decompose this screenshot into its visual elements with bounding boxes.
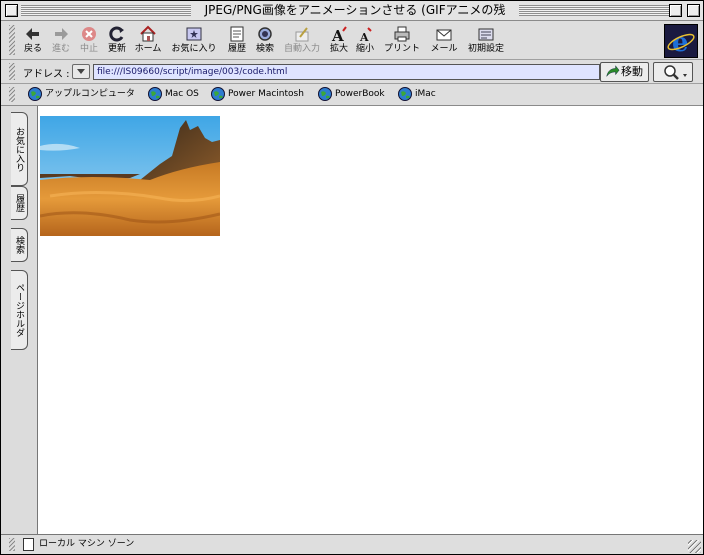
favorite-powerbook[interactable]: PowerBook — [318, 86, 392, 103]
go-arrow-icon — [606, 65, 620, 77]
go-label: 移動 — [621, 65, 643, 78]
security-zone-text: ローカル マシン ゾーン — [39, 539, 135, 549]
text-larger-button[interactable]: A 拡大 — [328, 23, 350, 57]
tab-page-holder-label: ページホルダ — [14, 283, 24, 337]
search-icon — [258, 27, 272, 41]
globe-icon — [211, 87, 225, 101]
status-bar: ローカル マシン ゾーン — [1, 534, 703, 554]
print-icon — [394, 26, 410, 42]
page-content[interactable] — [37, 106, 703, 534]
tab-search[interactable]: 検索 — [11, 228, 28, 262]
favorites-icon — [186, 27, 202, 41]
refresh-icon — [109, 26, 124, 42]
autofill-button[interactable]: 自動入力 — [280, 23, 324, 57]
status-grip — [9, 538, 15, 551]
favorite-label: PowerBook — [335, 89, 385, 99]
forward-label: 進む — [51, 44, 70, 54]
go-button[interactable]: 移動 — [600, 62, 649, 82]
tab-history[interactable]: 履歴 — [11, 186, 28, 220]
address-label: アドレス : — [23, 69, 70, 80]
zoom-box[interactable] — [669, 4, 682, 17]
tab-history-label: 履歴 — [14, 194, 24, 212]
stop-label: 中止 — [79, 44, 98, 54]
search-button[interactable]: 検索 — [252, 23, 278, 57]
title-bar[interactable]: JPEG/PNG画像をアニメーションさせる (GIFアニメの残 — [1, 1, 703, 21]
favorites-button[interactable]: お気に入り — [170, 23, 218, 57]
browser-window: JPEG/PNG画像をアニメーションさせる (GIFアニメの残 戻る 進む 中止… — [0, 0, 704, 555]
favorite-imac[interactable]: iMac — [398, 86, 443, 103]
text-larger-label: 拡大 — [329, 44, 348, 54]
globe-icon — [398, 87, 412, 101]
history-icon — [230, 26, 244, 42]
chevron-down-icon — [77, 69, 85, 74]
favorite-mac-os[interactable]: Mac OS — [148, 86, 203, 103]
text-smaller-icon: A — [359, 27, 372, 43]
mail-label: メール — [430, 44, 458, 54]
search-label: 検索 — [255, 44, 274, 54]
explorer-sidebar: お気に入り 履歴 検索 ページホルダ — [1, 106, 37, 534]
window-title: JPEG/PNG画像をアニメーションさせる (GIFアニメの残 — [191, 2, 519, 19]
close-box[interactable] — [5, 4, 18, 17]
preferences-button[interactable]: 初期設定 — [466, 23, 506, 57]
text-smaller-button[interactable]: A 縮小 — [354, 23, 376, 57]
favorite-apple-computer[interactable]: アップルコンピュータ — [28, 86, 140, 103]
mail-button[interactable]: メール — [428, 23, 460, 57]
globe-icon — [318, 87, 332, 101]
print-button[interactable]: プリント — [382, 23, 422, 57]
refresh-label: 更新 — [107, 44, 126, 54]
history-button[interactable]: 履歴 — [224, 23, 250, 57]
favorite-label: Mac OS — [165, 89, 199, 99]
magnifier-icon — [664, 65, 687, 80]
autofill-label: 自動入力 — [283, 44, 320, 54]
address-grip[interactable] — [9, 63, 15, 80]
tab-page-holder[interactable]: ページホルダ — [11, 270, 28, 350]
favorite-label: アップルコンピュータ — [45, 89, 135, 99]
collapse-box[interactable] — [687, 4, 700, 17]
favorites-grip[interactable] — [9, 87, 15, 102]
local-zone-icon — [23, 538, 34, 551]
forward-button[interactable]: 進む — [48, 23, 74, 57]
globe-icon — [28, 87, 42, 101]
tab-search-label: 検索 — [14, 236, 24, 254]
tab-favorites[interactable]: お気に入り — [11, 112, 28, 186]
favorite-power-macintosh[interactable]: Power Macintosh — [211, 86, 311, 103]
svg-text:A: A — [331, 27, 344, 43]
svg-text:A: A — [359, 31, 369, 43]
button-toolbar: 戻る 進む 中止 更新 ホーム お気に入り 履歴 検索 自動入力 A 拡大 A … — [1, 21, 703, 60]
text-smaller-label: 縮小 — [355, 44, 374, 54]
ie-logo-icon: e — [665, 25, 697, 58]
ie-logo: e — [664, 24, 698, 58]
address-bar: アドレス : file:///IS09660/script/image/003/… — [1, 60, 703, 84]
back-label: 戻る — [23, 44, 42, 54]
refresh-button[interactable]: 更新 — [104, 23, 130, 57]
favorite-label: Power Macintosh — [228, 89, 304, 99]
address-field[interactable]: file:///IS09660/script/image/003/code.ht… — [93, 64, 600, 80]
resize-handle[interactable] — [688, 540, 701, 553]
home-icon — [140, 25, 156, 42]
preferences-icon — [478, 28, 494, 41]
forward-arrow-icon — [55, 28, 68, 40]
stop-button[interactable]: 中止 — [76, 23, 102, 57]
back-button[interactable]: 戻る — [20, 23, 46, 57]
home-button[interactable]: ホーム — [132, 23, 164, 57]
autofill-icon — [295, 27, 309, 42]
print-label: プリント — [383, 44, 420, 54]
svg-text:e: e — [672, 28, 689, 57]
search-popup-button[interactable] — [653, 62, 693, 82]
desert-landscape-image — [40, 116, 220, 236]
home-label: ホーム — [134, 44, 162, 54]
favorites-label: お気に入り — [171, 44, 217, 54]
mail-icon — [436, 29, 452, 41]
preferences-label: 初期設定 — [467, 44, 504, 54]
favorite-label: iMac — [415, 89, 436, 99]
address-history-dropdown[interactable] — [72, 64, 90, 79]
favorites-bar: アップルコンピュータ Mac OS Power Macintosh PowerB… — [1, 84, 703, 106]
history-label: 履歴 — [227, 44, 246, 54]
tab-favorites-label: お気に入り — [14, 126, 24, 172]
stop-icon — [82, 27, 96, 41]
text-larger-icon: A — [331, 26, 347, 43]
toolbar-grip[interactable] — [9, 25, 15, 55]
globe-icon — [148, 87, 162, 101]
back-arrow-icon — [26, 28, 39, 40]
